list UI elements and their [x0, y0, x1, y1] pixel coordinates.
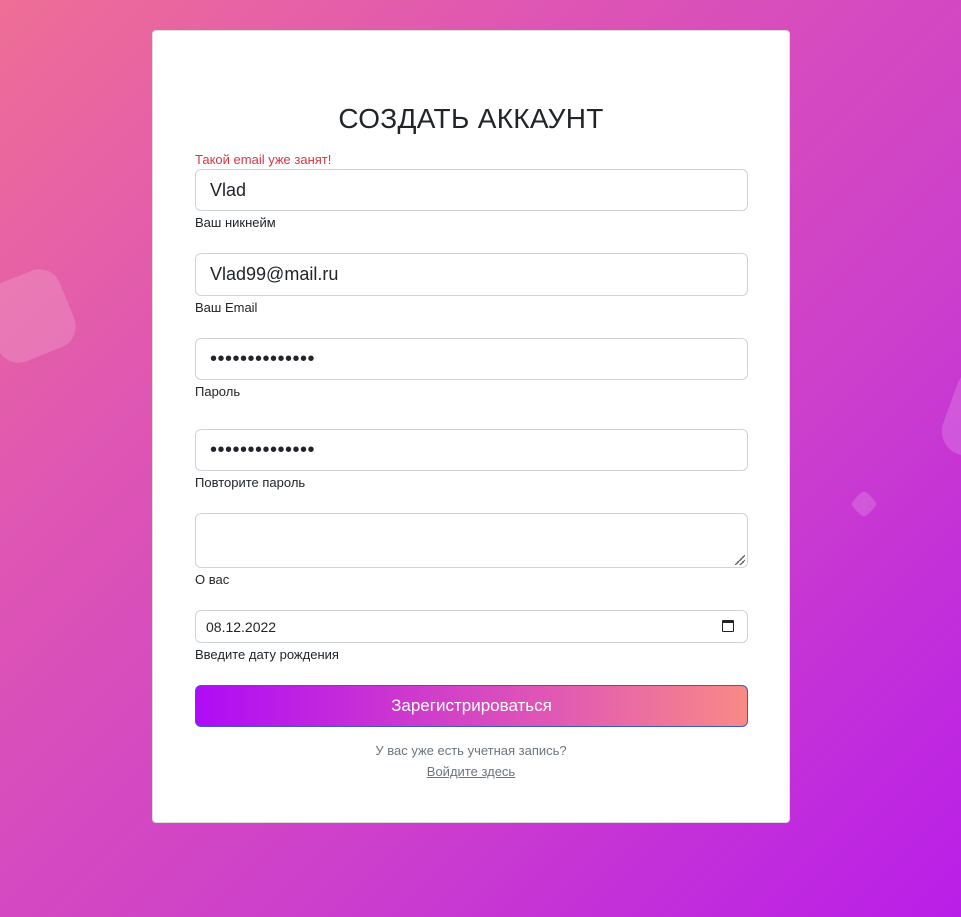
email-label: Ваш Email — [195, 300, 258, 315]
birthdate-value: 08.12.2022 — [206, 619, 277, 635]
password-repeat-input[interactable]: •••••••••••••• — [195, 429, 748, 471]
password-repeat-label: Повторите пароль — [195, 475, 306, 490]
error-message: Такой email уже занят! — [195, 152, 332, 167]
nickname-input[interactable]: Vlad — [195, 169, 748, 211]
have-account-text: У вас уже есть учетная запись? — [375, 743, 567, 758]
background-decoration — [935, 361, 961, 473]
email-value: Vlad99@mail.ru — [210, 264, 339, 284]
calendar-icon[interactable] — [722, 620, 734, 632]
password-repeat-masked-value: •••••••••••••• — [210, 439, 316, 461]
login-link[interactable]: Войдите здесь — [153, 764, 789, 779]
page-title: СОЗДАТЬ АККАУНТ — [338, 103, 604, 134]
birthdate-label: Введите дату рождения — [195, 647, 339, 662]
password-masked-value: •••••••••••••• — [210, 348, 316, 370]
background-decoration — [849, 489, 879, 519]
registration-card: СОЗДАТЬ АККАУНТ Такой email уже занят! V… — [152, 30, 790, 823]
register-button[interactable]: Зарегистрироваться — [195, 685, 748, 727]
nickname-label: Ваш никнейм — [195, 215, 276, 230]
nickname-value: Vlad — [210, 180, 247, 200]
password-label: Пароль — [195, 384, 241, 399]
about-textarea[interactable] — [195, 513, 748, 568]
about-label: О вас — [195, 572, 230, 587]
birthdate-input[interactable]: 08.12.2022 — [195, 610, 748, 643]
password-input[interactable]: •••••••••••••• — [195, 338, 748, 380]
background-decoration — [0, 262, 83, 370]
resize-handle-icon[interactable] — [735, 555, 745, 565]
email-input[interactable]: Vlad99@mail.ru — [195, 253, 748, 296]
